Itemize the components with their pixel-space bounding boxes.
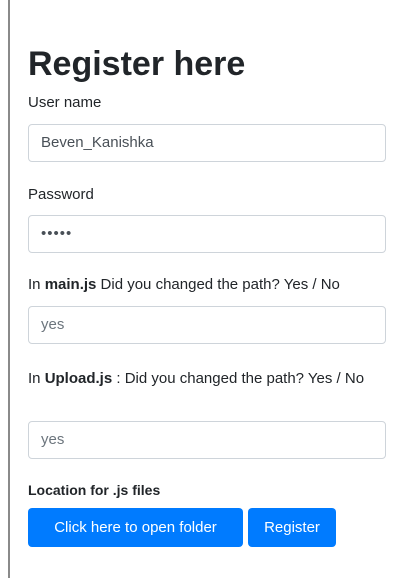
uploadjs-label-suffix: : Did you changed the path? Yes / No: [112, 370, 365, 387]
register-button[interactable]: Register: [248, 508, 336, 547]
uploadjs-label: In Upload.js : Did you changed the path?…: [28, 368, 383, 390]
location-label: Location for .js files: [28, 482, 161, 498]
username-input[interactable]: Beven_Kanishka: [28, 124, 386, 162]
mainjs-label-prefix: In: [28, 276, 45, 293]
page: Register here User name Beven_Kanishka P…: [0, 0, 396, 578]
uploadjs-input[interactable]: yes: [28, 421, 386, 459]
password-label: Password: [28, 186, 94, 203]
open-folder-button[interactable]: Click here to open folder: [28, 508, 243, 547]
left-divider: [8, 0, 10, 578]
page-title: Register here: [28, 45, 246, 83]
uploadjs-label-prefix: In: [28, 370, 45, 387]
mainjs-input[interactable]: yes: [28, 306, 386, 344]
mainjs-label: In main.js Did you changed the path? Yes…: [28, 274, 340, 296]
username-label: User name: [28, 94, 102, 111]
password-input[interactable]: •••••: [28, 215, 386, 253]
mainjs-label-suffix: Did you changed the path? Yes / No: [96, 276, 340, 293]
mainjs-label-bold: main.js: [44, 276, 97, 293]
password-mask: •••••: [41, 225, 73, 242]
uploadjs-label-bold: Upload.js: [44, 370, 113, 387]
